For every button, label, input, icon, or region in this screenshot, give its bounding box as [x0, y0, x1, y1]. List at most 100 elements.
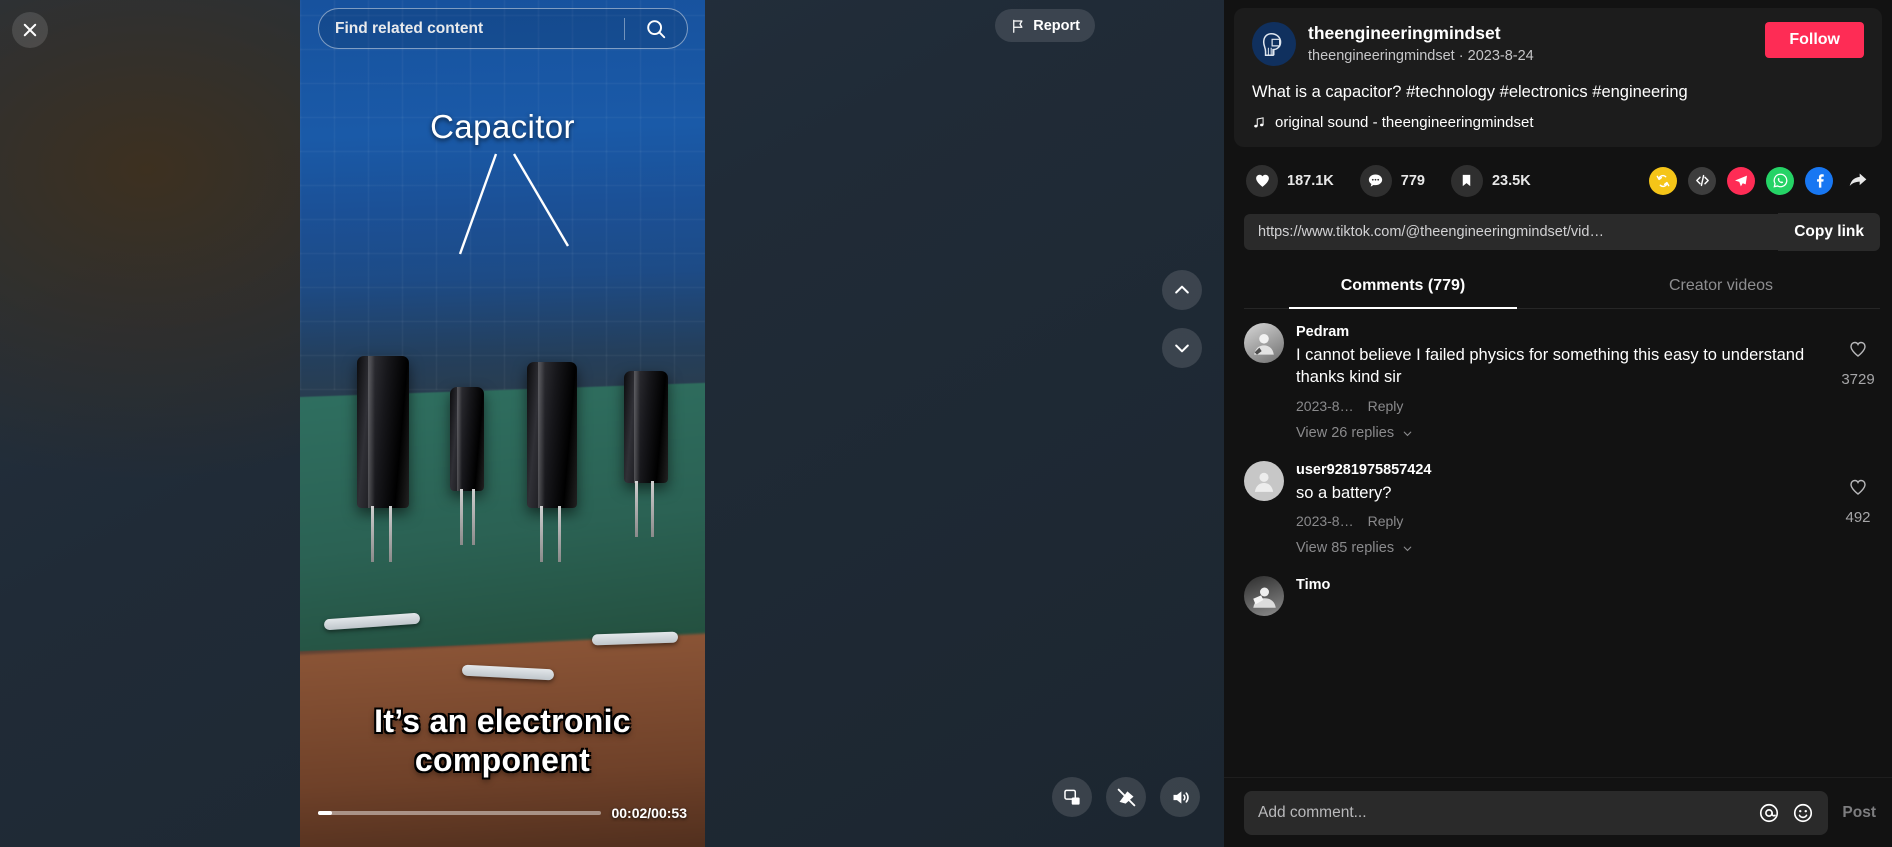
panel-tabs: Comments (779) Creator videos	[1244, 265, 1880, 309]
captions-off-icon	[1117, 788, 1135, 806]
comment-date: 2023-8…	[1296, 513, 1354, 530]
commenter-name[interactable]: Timo	[1296, 576, 1880, 595]
chevron-down-icon	[1175, 344, 1189, 353]
tiktok-video-modal: Capacitor It’s an electronic component F…	[0, 0, 1892, 847]
video-info-panel: theengineeringmindset theengineeringmind…	[1224, 0, 1892, 847]
comment-meta: 2023-8… Reply	[1296, 513, 1824, 529]
like-stat[interactable]: 187.1K	[1246, 164, 1334, 197]
telegram-share-button[interactable]	[1727, 166, 1755, 195]
reply-button[interactable]: Reply	[1368, 398, 1404, 414]
chevron-down-icon	[1403, 546, 1412, 552]
comment-text: I cannot believe I failed physics for so…	[1296, 345, 1805, 387]
video-url-text[interactable]: https://www.tiktok.com/@theengineeringmi…	[1244, 213, 1779, 250]
embed-icon	[1695, 175, 1709, 187]
search-input[interactable]	[319, 19, 624, 38]
capacitor-component	[624, 370, 668, 537]
next-video-button[interactable]	[1162, 328, 1202, 368]
capacitor-component	[356, 356, 409, 563]
comment-date: 2023-8…	[1296, 398, 1354, 415]
comment-body: Pedram I cannot believe I failed physics…	[1296, 323, 1824, 441]
music-note-icon	[1254, 117, 1264, 128]
comment-input-wrapper[interactable]	[1244, 790, 1829, 835]
more-share-button[interactable]	[1844, 167, 1872, 195]
comment-input-icons	[1758, 802, 1814, 824]
at-mention-icon[interactable]	[1758, 802, 1780, 824]
facebook-share-button[interactable]	[1805, 166, 1833, 195]
comment-stat[interactable]: 779	[1359, 164, 1425, 197]
heart-icon	[1255, 175, 1269, 188]
author-avatar[interactable]	[1252, 22, 1296, 66]
commenter-avatar[interactable]	[1244, 322, 1284, 363]
comment-button[interactable]	[1359, 164, 1392, 197]
comment-like-button[interactable]: 492	[1836, 461, 1880, 556]
chevron-up-icon	[1175, 285, 1189, 294]
comment-item: Timo	[1244, 576, 1880, 617]
tab-comments[interactable]: Comments (779)	[1244, 265, 1562, 309]
commenter-name[interactable]: user9281975857424	[1296, 461, 1824, 480]
video-subtitle: It’s an electronic component	[314, 702, 691, 781]
engineering-mindset-logo-icon	[1262, 32, 1282, 56]
embed-button[interactable]	[1688, 166, 1716, 195]
comment-icon	[1369, 174, 1383, 188]
tab-creator-videos[interactable]: Creator videos	[1562, 265, 1880, 308]
picture-in-picture-button[interactable]	[1052, 777, 1092, 817]
search-button[interactable]	[625, 9, 687, 48]
copy-link-button[interactable]: Copy link	[1778, 212, 1880, 251]
captions-toggle-button[interactable]	[1106, 777, 1146, 817]
bookmark-icon	[1463, 175, 1471, 187]
comment-item: Pedram I cannot believe I failed physics…	[1244, 322, 1880, 441]
share-icon-row	[1649, 166, 1872, 195]
report-button[interactable]: Report	[995, 9, 1095, 42]
comment-like-count: 3729	[1841, 370, 1875, 388]
comments-list[interactable]: Pedram I cannot believe I failed physics…	[1224, 309, 1892, 847]
capacitor-component	[526, 362, 577, 563]
like-button[interactable]	[1246, 164, 1278, 197]
capacitor-component	[449, 387, 484, 546]
video-controls	[1052, 777, 1200, 817]
author-separator: ·	[1458, 47, 1464, 64]
author-meta: theengineeringmindset theengineeringmind…	[1308, 22, 1753, 67]
whatsapp-share-button[interactable]	[1766, 166, 1794, 195]
commenter-avatar[interactable]	[1244, 576, 1284, 617]
view-replies-button[interactable]: View 85 replies	[1296, 540, 1824, 556]
emoji-icon[interactable]	[1792, 802, 1814, 824]
engagement-action-row: 187.1K 779 23.5K	[1246, 164, 1882, 197]
volume-button[interactable]	[1160, 777, 1200, 817]
commenter-avatar[interactable]	[1244, 461, 1284, 502]
view-replies-label: View 26 replies	[1296, 425, 1395, 442]
previous-video-button[interactable]	[1162, 270, 1202, 310]
comment-like-button[interactable]: 3729	[1836, 323, 1880, 441]
author-row: theengineeringmindset theengineeringmind…	[1252, 22, 1864, 67]
save-count: 23.5K	[1491, 172, 1531, 189]
close-button[interactable]	[12, 12, 48, 48]
flag-icon	[1013, 19, 1023, 33]
commenter-name[interactable]: Pedram	[1296, 323, 1824, 342]
comment-like-count: 492	[1845, 509, 1871, 527]
view-replies-label: View 85 replies	[1296, 540, 1395, 557]
video-progress-bar[interactable]	[318, 811, 602, 815]
view-replies-button[interactable]: View 26 replies	[1296, 425, 1824, 441]
video-progress-fill	[318, 811, 333, 815]
video-subtitle-line-2: component	[414, 742, 591, 779]
volume-icon	[1173, 790, 1189, 804]
author-name[interactable]: theengineeringmindset	[1308, 23, 1753, 45]
comment-item: user9281975857424 so a battery? 2023-8… …	[1244, 461, 1880, 556]
reply-button[interactable]: Reply	[1368, 513, 1404, 529]
report-label: Report	[1033, 17, 1080, 34]
follow-button[interactable]: Follow	[1765, 22, 1864, 58]
find-related-content-search[interactable]	[318, 8, 688, 49]
sound-row[interactable]: original sound - theengineeringmindset	[1252, 114, 1864, 131]
video-stage: Capacitor It’s an electronic component F…	[0, 0, 1224, 847]
comment-input[interactable]	[1258, 803, 1759, 822]
author-handle: theengineeringmindset	[1308, 47, 1455, 64]
bookmark-button[interactable]	[1450, 164, 1483, 197]
post-comment-button[interactable]: Post	[1842, 804, 1880, 822]
video-description: What is a capacitor? #technology #electr…	[1252, 82, 1688, 101]
repost-button[interactable]	[1649, 166, 1677, 195]
share-link-row: https://www.tiktok.com/@theengineeringmi…	[1244, 212, 1880, 251]
author-subtitle: theengineeringmindset · 2023-8-24	[1308, 46, 1753, 67]
video-overlay-label: Capacitor	[430, 108, 575, 145]
video-player[interactable]: Capacitor It’s an electronic component	[300, 0, 705, 847]
save-stat[interactable]: 23.5K	[1450, 164, 1531, 197]
comment-body: user9281975857424 so a battery? 2023-8… …	[1296, 461, 1824, 556]
